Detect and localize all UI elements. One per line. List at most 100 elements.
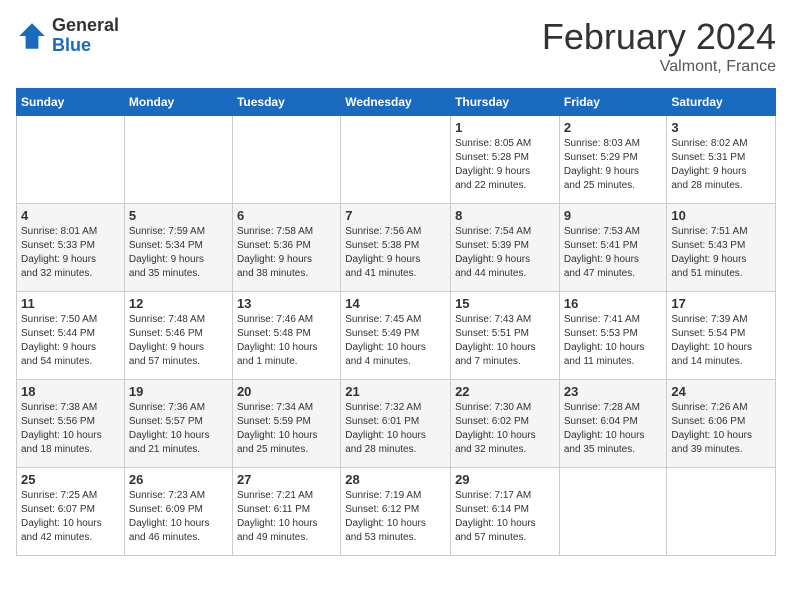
title-section: February 2024 Valmont, France bbox=[542, 16, 776, 76]
logo: General Blue bbox=[16, 16, 119, 56]
day-info: Sunrise: 7:50 AM Sunset: 5:44 PM Dayligh… bbox=[21, 313, 120, 369]
calendar-cell bbox=[341, 116, 451, 204]
day-info: Sunrise: 8:05 AM Sunset: 5:28 PM Dayligh… bbox=[455, 137, 555, 193]
day-info: Sunrise: 7:38 AM Sunset: 5:56 PM Dayligh… bbox=[21, 401, 120, 457]
calendar-cell: 2 Sunrise: 8:03 AM Sunset: 5:29 PM Daylig… bbox=[559, 116, 667, 204]
day-info: Sunrise: 7:36 AM Sunset: 5:57 PM Dayligh… bbox=[129, 401, 228, 457]
calendar-cell: 20 Sunrise: 7:34 AM Sunset: 5:59 PM Dayli… bbox=[232, 380, 340, 468]
day-number: 3 bbox=[671, 120, 771, 135]
calendar-cell bbox=[559, 468, 667, 556]
day-number: 2 bbox=[564, 120, 663, 135]
calendar-week-row: 4Sunrise: 8:01 AM Sunset: 5:33 PM Daylig… bbox=[17, 204, 776, 292]
calendar-cell: 3 Sunrise: 8:02 AM Sunset: 5:31 PM Daylig… bbox=[667, 116, 776, 204]
day-number: 29 bbox=[455, 472, 555, 487]
day-info: Sunrise: 7:25 AM Sunset: 6:07 PM Dayligh… bbox=[21, 489, 120, 545]
day-info: Sunrise: 7:54 AM Sunset: 5:39 PM Dayligh… bbox=[455, 225, 555, 281]
calendar-cell: 24 Sunrise: 7:26 AM Sunset: 6:06 PM Dayli… bbox=[667, 380, 776, 468]
day-info: Sunrise: 7:34 AM Sunset: 5:59 PM Dayligh… bbox=[237, 401, 336, 457]
day-number: 8 bbox=[455, 208, 555, 223]
day-info: Sunrise: 7:30 AM Sunset: 6:02 PM Dayligh… bbox=[455, 401, 555, 457]
calendar-cell bbox=[124, 116, 232, 204]
day-info: Sunrise: 7:53 AM Sunset: 5:41 PM Dayligh… bbox=[564, 225, 663, 281]
day-number: 6 bbox=[237, 208, 336, 223]
day-number: 25 bbox=[21, 472, 120, 487]
calendar-week-row: 25 Sunrise: 7:25 AM Sunset: 6:07 PM Dayli… bbox=[17, 468, 776, 556]
day-number: 27 bbox=[237, 472, 336, 487]
day-number: 18 bbox=[21, 384, 120, 399]
calendar-cell: 29 Sunrise: 7:17 AM Sunset: 6:14 PM Dayli… bbox=[451, 468, 560, 556]
day-number: 9 bbox=[564, 208, 663, 223]
calendar-cell: 12 Sunrise: 7:48 AM Sunset: 5:46 PM Dayli… bbox=[124, 292, 232, 380]
day-info: Sunrise: 8:01 AM Sunset: 5:33 PM Dayligh… bbox=[21, 225, 120, 281]
day-info: Sunrise: 7:23 AM Sunset: 6:09 PM Dayligh… bbox=[129, 489, 228, 545]
day-number: 5 bbox=[129, 208, 228, 223]
calendar-cell bbox=[667, 468, 776, 556]
calendar-table: SundayMondayTuesdayWednesdayThursdayFrid… bbox=[16, 88, 776, 556]
logo-general: General bbox=[52, 16, 119, 36]
day-info: Sunrise: 7:32 AM Sunset: 6:01 PM Dayligh… bbox=[345, 401, 446, 457]
calendar-cell: 7Sunrise: 7:56 AM Sunset: 5:38 PM Daylig… bbox=[341, 204, 451, 292]
month-year-title: February 2024 bbox=[542, 16, 776, 58]
calendar-body: 1 Sunrise: 8:05 AM Sunset: 5:28 PM Daylig… bbox=[17, 116, 776, 556]
calendar-cell: 19 Sunrise: 7:36 AM Sunset: 5:57 PM Dayli… bbox=[124, 380, 232, 468]
day-info: Sunrise: 7:43 AM Sunset: 5:51 PM Dayligh… bbox=[455, 313, 555, 369]
calendar-cell: 17 Sunrise: 7:39 AM Sunset: 5:54 PM Dayli… bbox=[667, 292, 776, 380]
calendar-week-row: 1 Sunrise: 8:05 AM Sunset: 5:28 PM Daylig… bbox=[17, 116, 776, 204]
calendar-header-tuesday: Tuesday bbox=[232, 89, 340, 116]
day-number: 12 bbox=[129, 296, 228, 311]
calendar-cell: 26 Sunrise: 7:23 AM Sunset: 6:09 PM Dayli… bbox=[124, 468, 232, 556]
calendar-header-thursday: Thursday bbox=[451, 89, 560, 116]
logo-blue: Blue bbox=[52, 36, 119, 56]
calendar-cell: 23 Sunrise: 7:28 AM Sunset: 6:04 PM Dayli… bbox=[559, 380, 667, 468]
day-info: Sunrise: 7:26 AM Sunset: 6:06 PM Dayligh… bbox=[671, 401, 771, 457]
day-info: Sunrise: 7:46 AM Sunset: 5:48 PM Dayligh… bbox=[237, 313, 336, 369]
calendar-cell bbox=[17, 116, 125, 204]
day-number: 1 bbox=[455, 120, 555, 135]
calendar-header-wednesday: Wednesday bbox=[341, 89, 451, 116]
day-info: Sunrise: 7:28 AM Sunset: 6:04 PM Dayligh… bbox=[564, 401, 663, 457]
calendar-header-monday: Monday bbox=[124, 89, 232, 116]
logo-text: General Blue bbox=[52, 16, 119, 56]
calendar-cell: 22 Sunrise: 7:30 AM Sunset: 6:02 PM Dayli… bbox=[451, 380, 560, 468]
calendar-cell: 4Sunrise: 8:01 AM Sunset: 5:33 PM Daylig… bbox=[17, 204, 125, 292]
day-info: Sunrise: 7:41 AM Sunset: 5:53 PM Dayligh… bbox=[564, 313, 663, 369]
day-number: 17 bbox=[671, 296, 771, 311]
day-number: 14 bbox=[345, 296, 446, 311]
calendar-cell: 11 Sunrise: 7:50 AM Sunset: 5:44 PM Dayli… bbox=[17, 292, 125, 380]
calendar-cell: 16 Sunrise: 7:41 AM Sunset: 5:53 PM Dayli… bbox=[559, 292, 667, 380]
calendar-cell: 28Sunrise: 7:19 AM Sunset: 6:12 PM Dayli… bbox=[341, 468, 451, 556]
day-number: 11 bbox=[21, 296, 120, 311]
day-number: 21 bbox=[345, 384, 446, 399]
day-info: Sunrise: 7:45 AM Sunset: 5:49 PM Dayligh… bbox=[345, 313, 446, 369]
calendar-cell: 1 Sunrise: 8:05 AM Sunset: 5:28 PM Daylig… bbox=[451, 116, 560, 204]
day-number: 15 bbox=[455, 296, 555, 311]
day-info: Sunrise: 8:03 AM Sunset: 5:29 PM Dayligh… bbox=[564, 137, 663, 193]
day-info: Sunrise: 7:39 AM Sunset: 5:54 PM Dayligh… bbox=[671, 313, 771, 369]
calendar-cell: 9 Sunrise: 7:53 AM Sunset: 5:41 PM Daylig… bbox=[559, 204, 667, 292]
day-number: 22 bbox=[455, 384, 555, 399]
day-number: 16 bbox=[564, 296, 663, 311]
day-info: Sunrise: 7:58 AM Sunset: 5:36 PM Dayligh… bbox=[237, 225, 336, 281]
calendar-cell: 18 Sunrise: 7:38 AM Sunset: 5:56 PM Dayli… bbox=[17, 380, 125, 468]
day-number: 13 bbox=[237, 296, 336, 311]
calendar-cell: 15 Sunrise: 7:43 AM Sunset: 5:51 PM Dayli… bbox=[451, 292, 560, 380]
day-info: Sunrise: 7:48 AM Sunset: 5:46 PM Dayligh… bbox=[129, 313, 228, 369]
day-number: 28 bbox=[345, 472, 446, 487]
day-info: Sunrise: 8:02 AM Sunset: 5:31 PM Dayligh… bbox=[671, 137, 771, 193]
day-number: 10 bbox=[671, 208, 771, 223]
day-number: 20 bbox=[237, 384, 336, 399]
calendar-week-row: 11 Sunrise: 7:50 AM Sunset: 5:44 PM Dayli… bbox=[17, 292, 776, 380]
day-number: 23 bbox=[564, 384, 663, 399]
calendar-cell: 14 Sunrise: 7:45 AM Sunset: 5:49 PM Dayli… bbox=[341, 292, 451, 380]
calendar-header-saturday: Saturday bbox=[667, 89, 776, 116]
location-subtitle: Valmont, France bbox=[542, 58, 776, 76]
day-info: Sunrise: 7:56 AM Sunset: 5:38 PM Dayligh… bbox=[345, 225, 446, 281]
day-info: Sunrise: 7:17 AM Sunset: 6:14 PM Dayligh… bbox=[455, 489, 555, 545]
calendar-cell: 10Sunrise: 7:51 AM Sunset: 5:43 PM Dayli… bbox=[667, 204, 776, 292]
day-info: Sunrise: 7:59 AM Sunset: 5:34 PM Dayligh… bbox=[129, 225, 228, 281]
calendar-week-row: 18 Sunrise: 7:38 AM Sunset: 5:56 PM Dayli… bbox=[17, 380, 776, 468]
day-number: 26 bbox=[129, 472, 228, 487]
day-number: 19 bbox=[129, 384, 228, 399]
day-number: 24 bbox=[671, 384, 771, 399]
calendar-cell: 13 Sunrise: 7:46 AM Sunset: 5:48 PM Dayli… bbox=[232, 292, 340, 380]
